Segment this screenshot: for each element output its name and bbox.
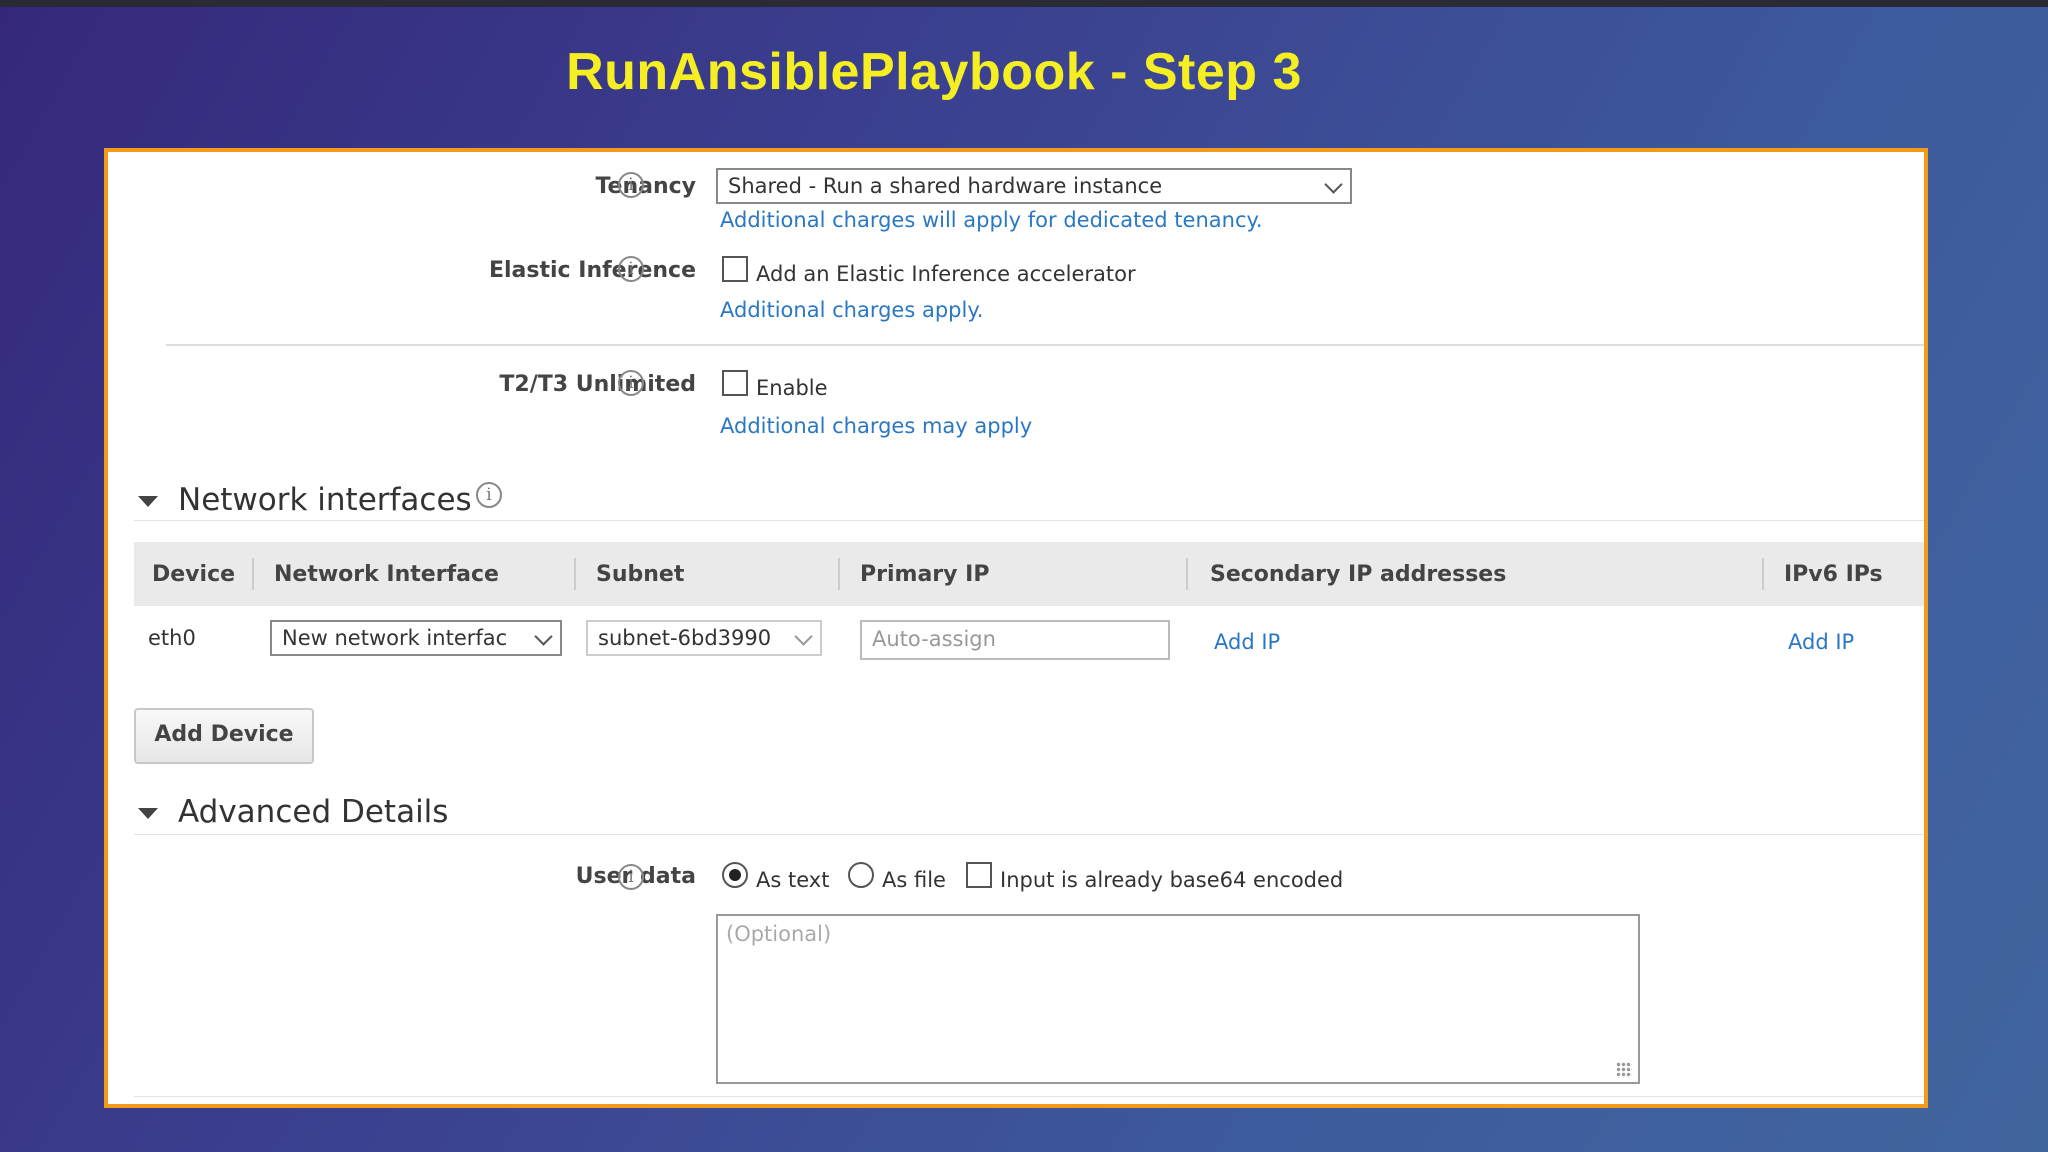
column-separator — [574, 558, 576, 590]
elastic-inference-checkbox[interactable] — [722, 256, 748, 282]
network-interface-select-value: New network interfac — [282, 626, 508, 650]
column-header-device: Device — [152, 562, 236, 587]
column-separator — [1186, 558, 1188, 590]
subnet-select[interactable]: subnet-6bd3990 — [586, 620, 822, 656]
as-text-label: As text — [756, 868, 830, 892]
user-data-textarea[interactable]: (Optional) — [716, 914, 1640, 1084]
as-text-radio[interactable] — [722, 862, 748, 888]
base64-label: Input is already base64 encoded — [1000, 868, 1344, 892]
tenancy-charges-link[interactable]: Additional charges will apply for dedica… — [720, 208, 1263, 232]
slide-title-text: RunAnsiblePlaybook - Step 3 — [566, 43, 1302, 101]
chevron-down-icon — [1324, 175, 1343, 194]
user-data-placeholder: (Optional) — [726, 922, 832, 946]
primary-ip-placeholder: Auto-assign — [872, 627, 996, 651]
network-interfaces-title[interactable]: Network interfaces — [178, 482, 472, 518]
advanced-details-title[interactable]: Advanced Details — [178, 794, 448, 830]
divider — [166, 344, 1924, 346]
primary-ip-input[interactable]: Auto-assign — [860, 620, 1170, 660]
network-interface-select[interactable]: New network interfac — [270, 620, 562, 656]
column-header-subnet: Subnet — [596, 562, 685, 587]
add-device-button[interactable]: Add Device — [134, 708, 314, 764]
column-header-primary-ip: Primary IP — [860, 562, 990, 587]
chevron-down-icon — [794, 627, 813, 646]
instance-config-panel: Tenancy i Shared - Run a shared hardware… — [104, 148, 1928, 1108]
divider — [134, 834, 1924, 835]
elastic-inference-checkbox-label: Add an Elastic Inference accelerator — [756, 262, 1136, 286]
column-separator — [838, 558, 840, 590]
column-header-network-interface: Network Interface — [274, 562, 499, 587]
info-icon[interactable]: i — [618, 172, 644, 198]
info-icon[interactable]: i — [476, 482, 502, 508]
column-separator — [1762, 558, 1764, 590]
info-icon[interactable]: i — [618, 864, 644, 890]
t2t3-enable-label: Enable — [756, 376, 828, 400]
top-bar — [0, 0, 2048, 7]
caret-down-icon[interactable] — [138, 496, 158, 507]
t2t3-enable-checkbox[interactable] — [722, 370, 748, 396]
tenancy-select[interactable]: Shared - Run a shared hardware instance — [716, 168, 1352, 204]
base64-checkbox[interactable] — [966, 862, 992, 888]
info-icon[interactable]: i — [618, 370, 644, 396]
tenancy-select-value: Shared - Run a shared hardware instance — [728, 174, 1163, 198]
column-separator — [252, 558, 254, 590]
caret-down-icon[interactable] — [138, 808, 158, 819]
as-file-label: As file — [882, 868, 946, 892]
add-ipv6-ip-link[interactable]: Add IP — [1788, 630, 1854, 654]
as-file-radio[interactable] — [848, 862, 874, 888]
slide-title: RunAnsiblePlaybook - Step 3 — [0, 42, 2048, 102]
elastic-inference-charges-link[interactable]: Additional charges apply. — [720, 298, 983, 322]
column-header-secondary-ip: Secondary IP addresses — [1210, 562, 1507, 587]
subnet-select-value: subnet-6bd3990 — [598, 626, 772, 650]
add-secondary-ip-link[interactable]: Add IP — [1214, 630, 1280, 654]
info-icon[interactable]: i — [618, 256, 644, 282]
resize-grip-icon[interactable] — [1616, 1062, 1632, 1078]
t2t3-charges-link[interactable]: Additional charges may apply — [720, 414, 1032, 438]
chevron-down-icon — [534, 627, 553, 646]
divider — [134, 520, 1924, 521]
device-name: eth0 — [148, 626, 196, 650]
divider — [134, 1096, 1924, 1097]
column-header-ipv6: IPv6 IPs — [1784, 562, 1883, 587]
